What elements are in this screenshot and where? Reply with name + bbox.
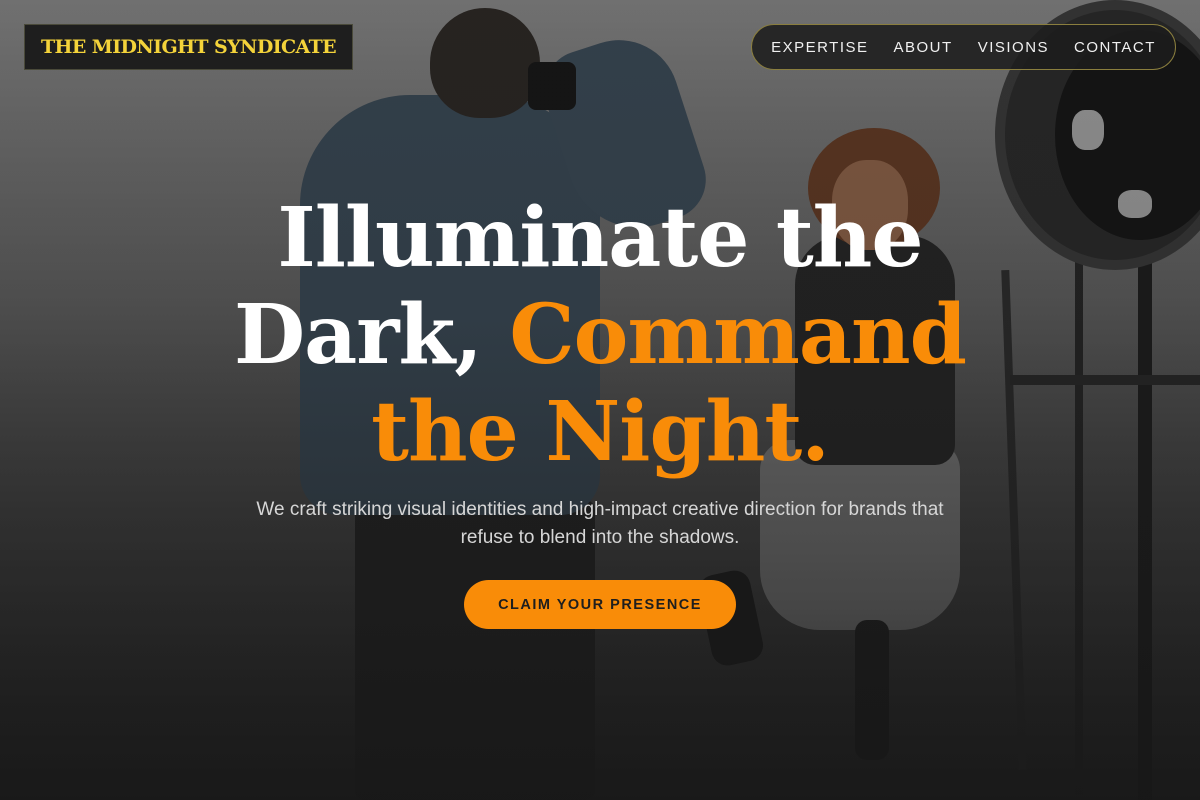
nav-link-visions[interactable]: VISIONS (978, 39, 1049, 56)
brand-logo-text: THE MIDNIGHT SYNDICATE (41, 36, 337, 58)
hero-headline: Illuminate the Dark, Command the Night. (0, 190, 1200, 481)
headline-line-3: the Night. (371, 384, 830, 480)
headline-accent-text: Command (509, 287, 967, 383)
nav-link-about[interactable]: ABOUT (894, 39, 953, 56)
nav-link-expertise[interactable]: EXPERTISE (771, 39, 868, 56)
hero-subtitle: We craft striking visual identities and … (256, 499, 944, 548)
headline-plain-text: Dark, (234, 287, 483, 383)
brand-logo[interactable]: THE MIDNIGHT SYNDICATE (24, 24, 354, 70)
hero-section: THE MIDNIGHT SYNDICATE EXPERTISE ABOUT V… (0, 0, 1200, 800)
headline-line-1: Illuminate the (277, 190, 923, 286)
claim-presence-button[interactable]: CLAIM YOUR PRESENCE (464, 580, 736, 629)
nav-link-contact[interactable]: CONTACT (1074, 39, 1156, 56)
main-nav: EXPERTISE ABOUT VISIONS CONTACT (751, 24, 1176, 70)
headline-line-2: Dark, Command (0, 287, 1200, 384)
